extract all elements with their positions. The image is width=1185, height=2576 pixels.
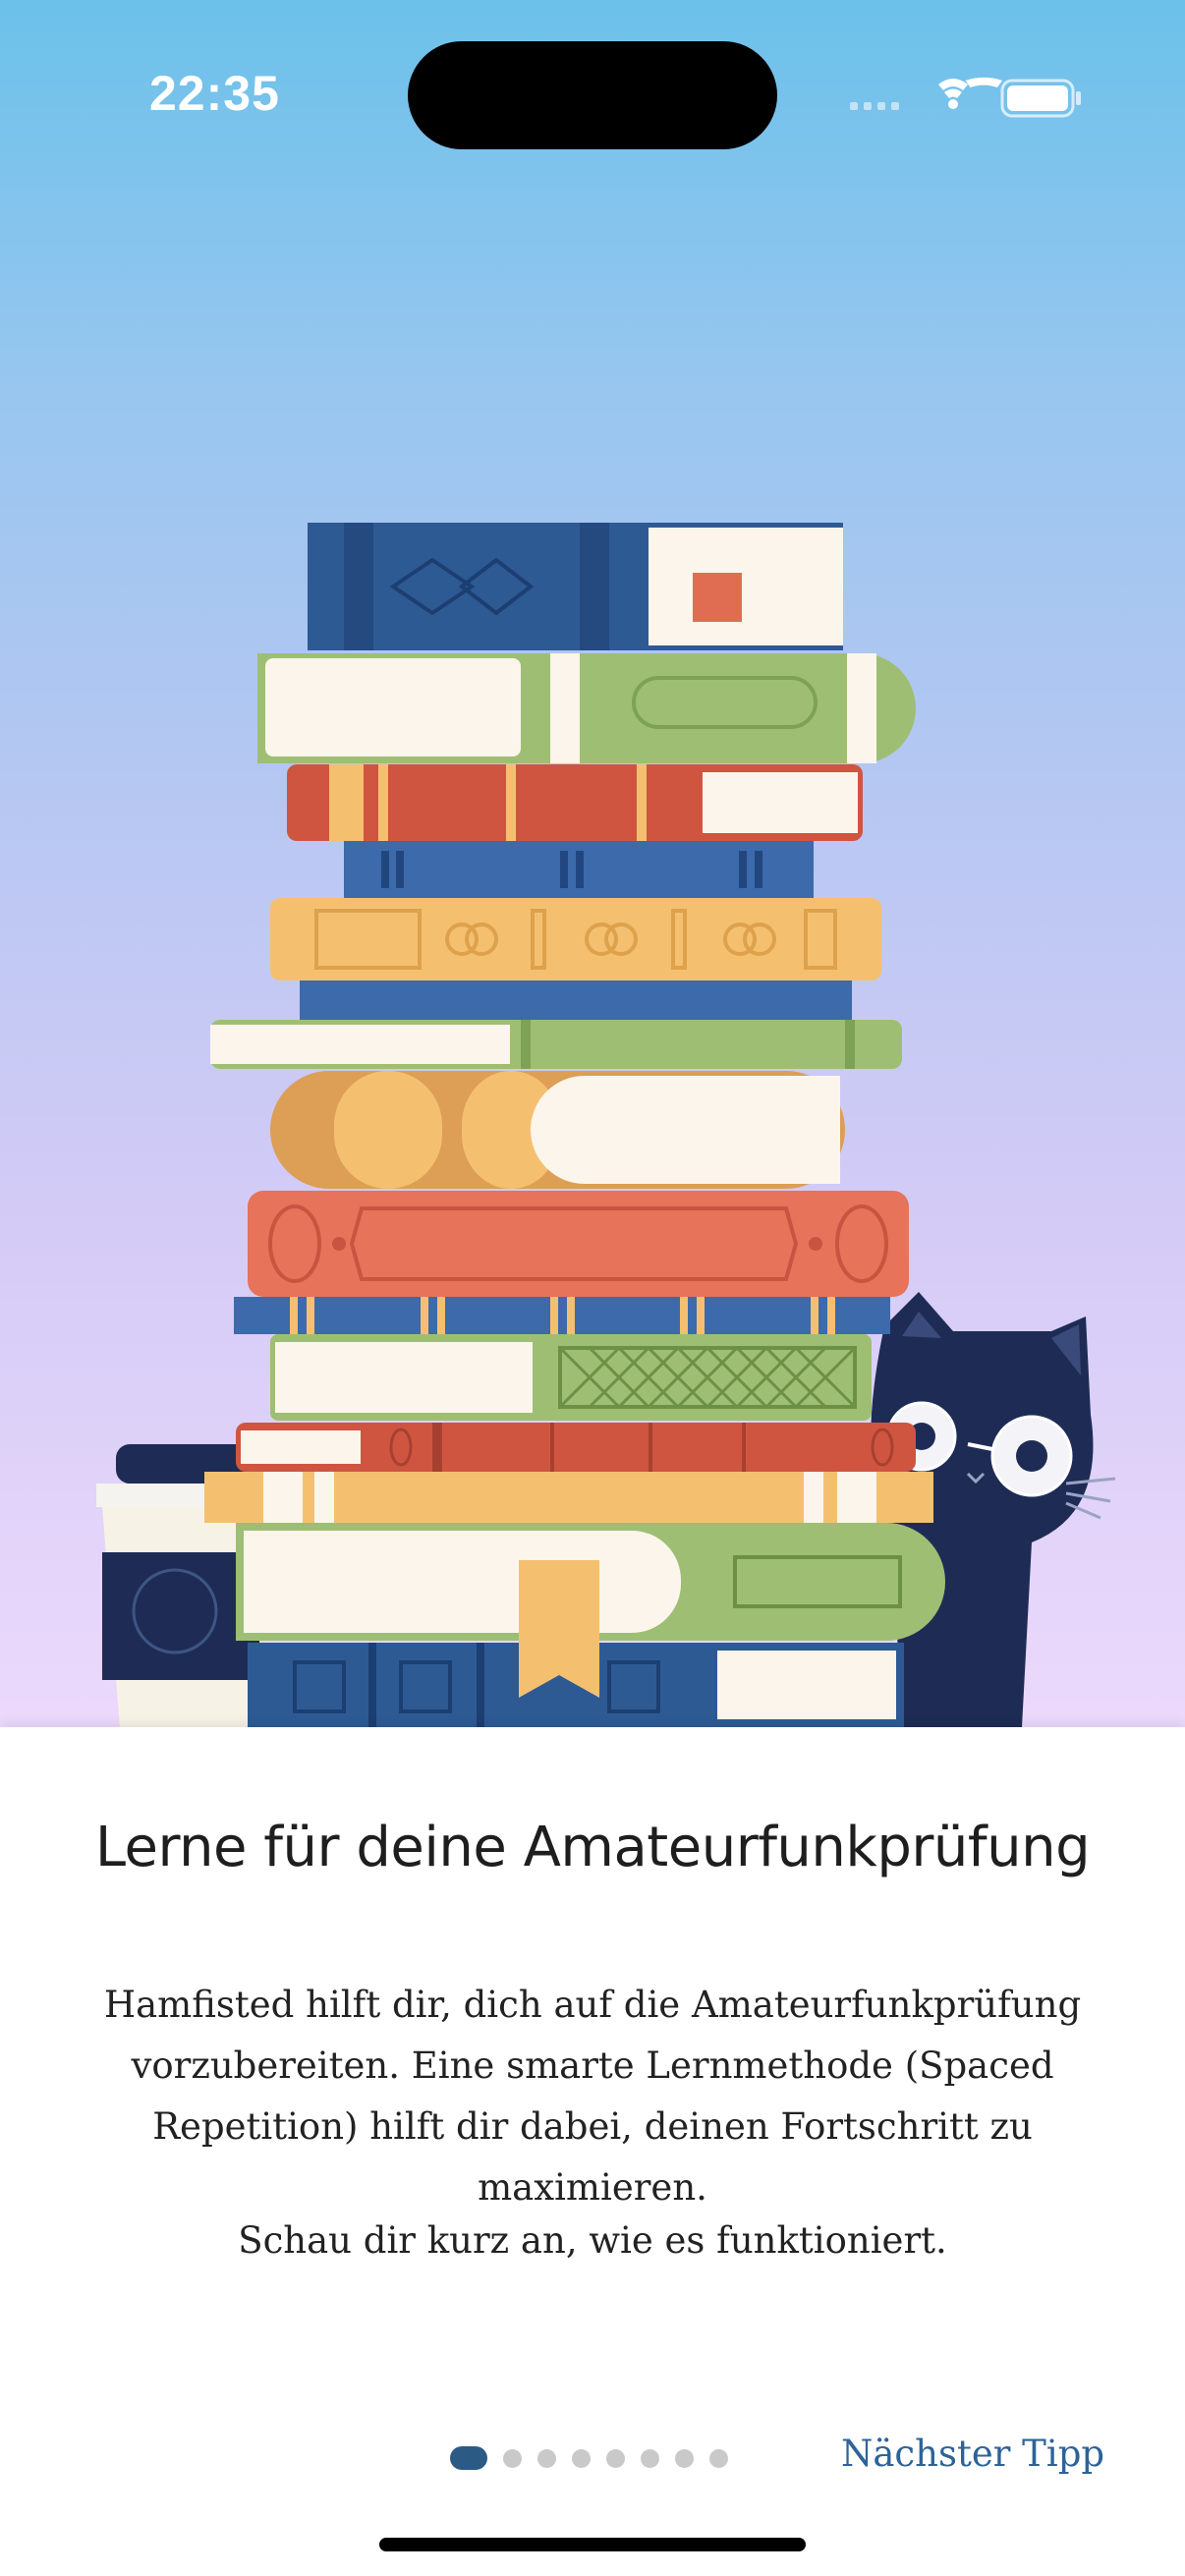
book-orange [270,1071,845,1189]
book-green-2 [210,1020,902,1069]
cellular-icon [850,102,899,110]
next-tip-button[interactable]: Nächster Tipp [841,2433,1104,2475]
status-icons [850,77,1081,118]
book-blue-5 [248,1643,904,1727]
books-illustration [96,523,1116,1727]
book-red-3 [236,1423,916,1472]
book-green-1 [257,653,916,763]
book-blue-2 [344,841,814,898]
book-yellow-1 [270,898,881,980]
page-dot-2[interactable] [503,2448,522,2468]
page-dot-5[interactable] [606,2448,625,2468]
onboarding-screen: 22:35 Lerne für deine Amateurfunkprüfung… [0,0,1185,2576]
book-blue-4 [234,1297,890,1334]
dynamic-island [408,41,777,149]
book-yellow-2 [204,1472,933,1523]
book-blue-top [308,523,843,650]
page-dot-1[interactable] [450,2446,487,2470]
book-green-3 [270,1334,872,1421]
wifi-icon [938,77,1002,109]
page-dot-3[interactable] [537,2448,556,2468]
home-indicator[interactable] [379,2538,806,2551]
battery-icon [1000,79,1081,118]
page-dot-7[interactable] [675,2448,694,2468]
onboarding-title: Lerne für deine Amateurfunkprüfung [94,1816,1091,1879]
book-red-1 [287,764,863,841]
page-indicator[interactable] [450,2446,728,2470]
page-dot-6[interactable] [641,2448,659,2468]
status-time: 22:35 [149,66,280,121]
status-bar: 22:35 [0,0,1185,196]
page-dot-4[interactable] [572,2448,591,2468]
onboarding-hint: Schau dir kurz an, wie es funktioniert. [238,2219,947,2262]
book-blue-3 [300,980,852,1020]
page-dot-8[interactable] [709,2448,728,2468]
book-red-2 [248,1191,909,1297]
hero-background: 22:35 [0,0,1185,1727]
onboarding-description: Hamfisted hilft dir, dich auf die Amateu… [103,1984,1082,2209]
